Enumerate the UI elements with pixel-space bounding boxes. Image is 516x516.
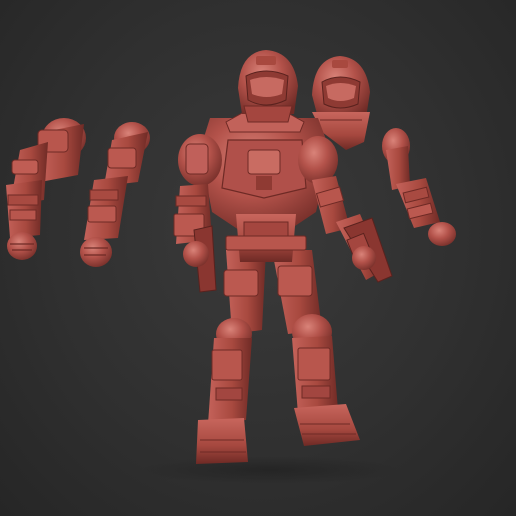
spare-right-arm bbox=[80, 122, 150, 267]
sculpt-viewport bbox=[6, 50, 456, 484]
figure-right-leg bbox=[272, 250, 360, 446]
figure-torso bbox=[200, 111, 330, 262]
figure-helmet bbox=[238, 50, 298, 123]
spare-left-arm bbox=[6, 118, 86, 260]
spare-forearm bbox=[382, 128, 456, 246]
